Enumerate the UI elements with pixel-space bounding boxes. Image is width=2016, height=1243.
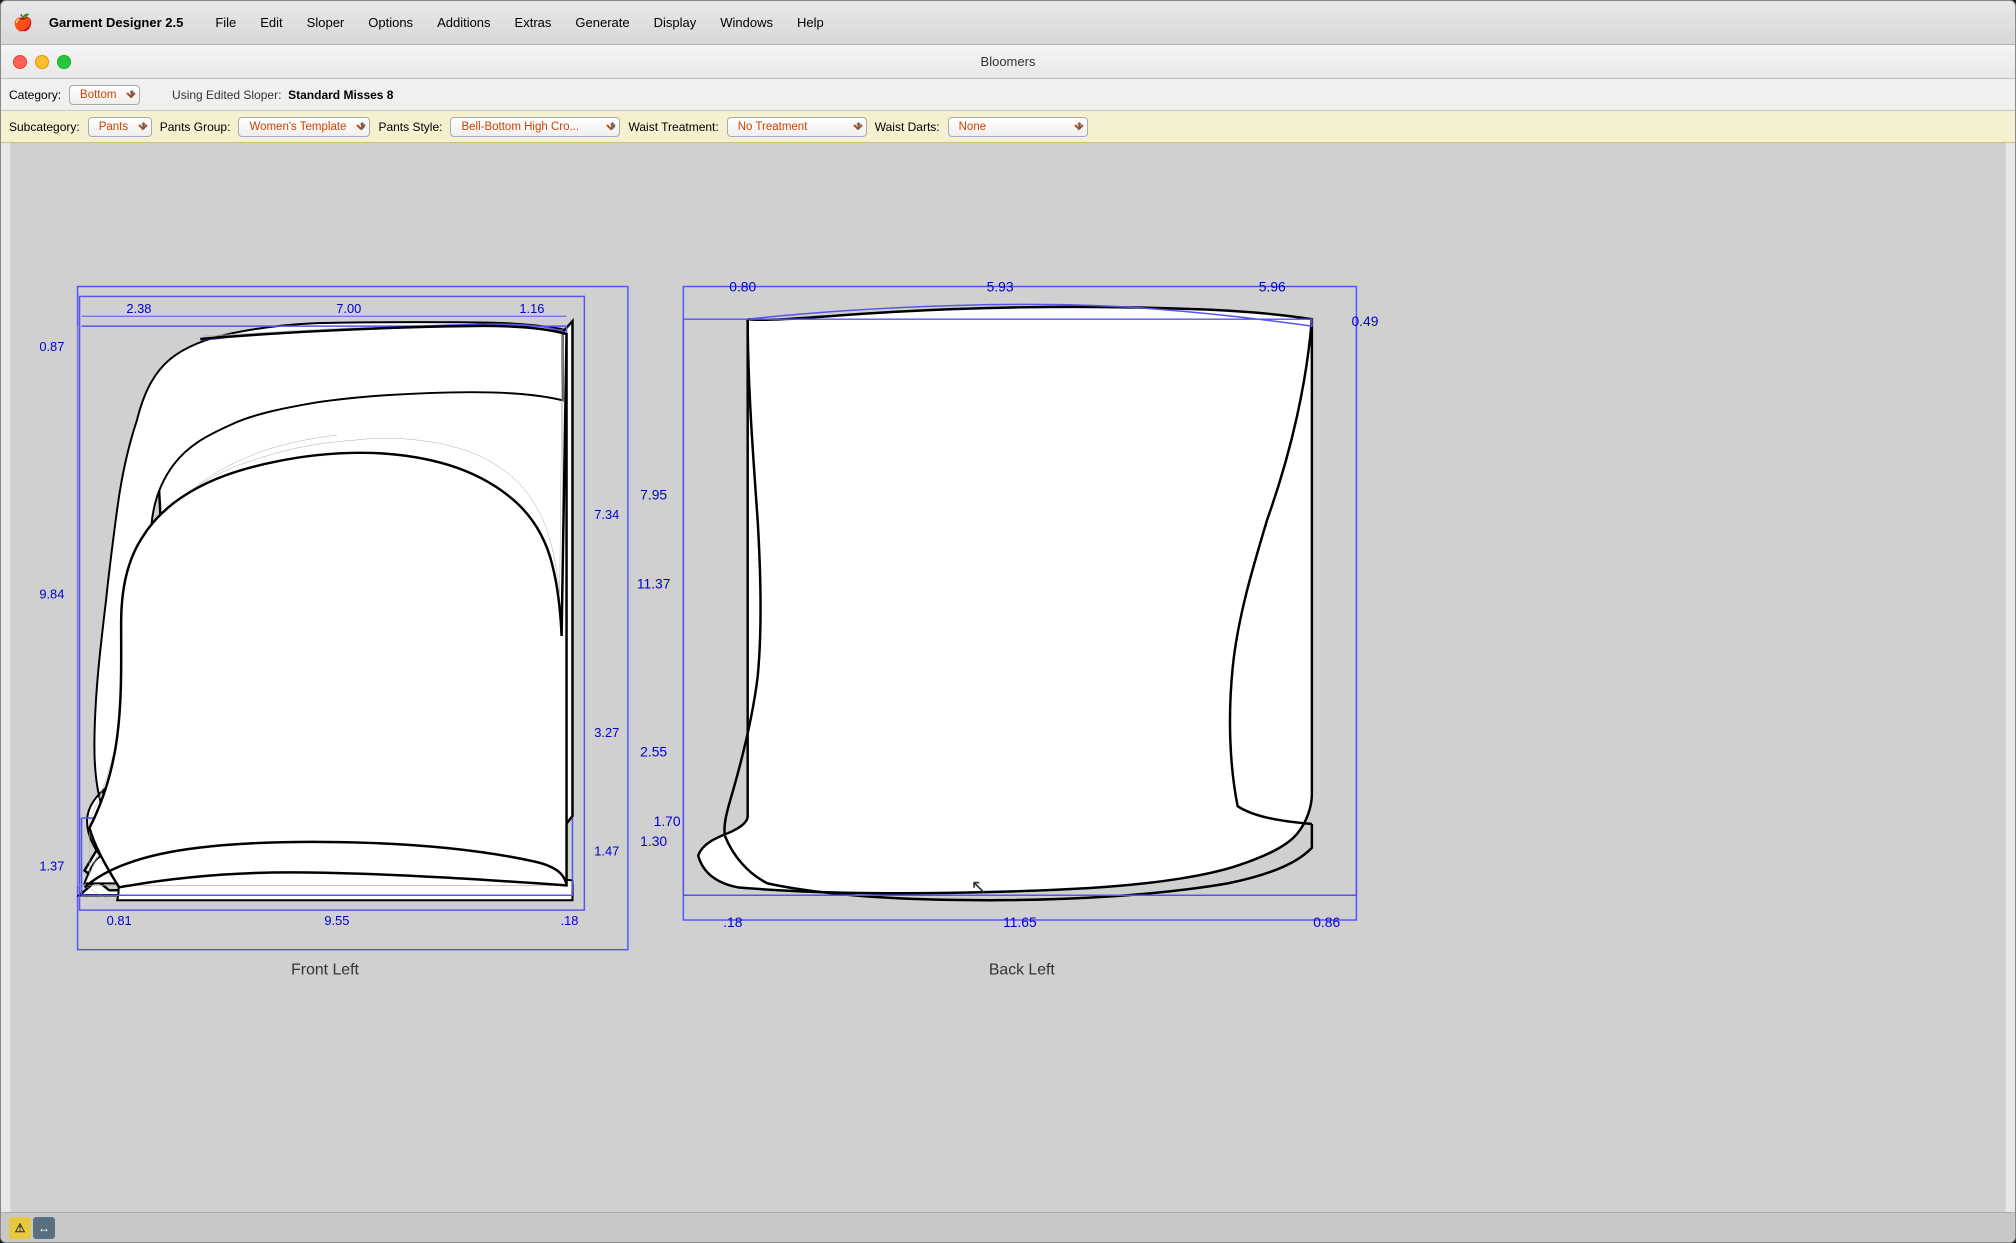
svg-text:7.95: 7.95 — [640, 486, 667, 502]
pants-style-select-wrapper: Bell-Bottom High Cro... — [450, 117, 620, 137]
svg-text:0.87: 0.87 — [39, 339, 64, 354]
pants-style-label: Pants Style: — [378, 120, 442, 134]
svg-text:3.27: 3.27 — [594, 725, 619, 740]
svg-text:9.55: 9.55 — [324, 913, 349, 928]
menu-file[interactable]: File — [203, 11, 248, 34]
waist-treatment-select-wrapper: No Treatment — [727, 117, 867, 137]
svg-text:2.55: 2.55 — [640, 744, 667, 760]
menu-generate[interactable]: Generate — [563, 11, 641, 34]
minimize-button[interactable] — [35, 55, 49, 69]
svg-text:0.80: 0.80 — [729, 278, 756, 294]
maximize-button[interactable] — [57, 55, 71, 69]
main-canvas-area[interactable]: 2.38 7.00 1.16 0.87 9.84 1.37 7.34 3.27 … — [1, 143, 2015, 1212]
svg-text:1.47: 1.47 — [594, 844, 619, 859]
menu-windows[interactable]: Windows — [708, 11, 785, 34]
pants-group-select-wrapper: Women's Template — [238, 117, 370, 137]
svg-text:9.84: 9.84 — [39, 586, 64, 601]
svg-text:1.30: 1.30 — [640, 833, 667, 849]
category-select[interactable]: Bottom — [69, 85, 140, 105]
svg-text:11.37: 11.37 — [637, 575, 671, 591]
waist-treatment-label: Waist Treatment: — [628, 120, 718, 134]
svg-text:5.96: 5.96 — [1259, 278, 1286, 294]
menu-sloper[interactable]: Sloper — [295, 11, 357, 34]
category-select-wrapper: Bottom — [69, 85, 140, 105]
back-left-garment — [698, 307, 1312, 893]
app-name: Garment Designer 2.5 — [49, 15, 183, 30]
menu-options[interactable]: Options — [356, 11, 425, 34]
waist-treatment-select[interactable]: No Treatment — [727, 117, 867, 137]
svg-text:1.37: 1.37 — [39, 859, 64, 874]
svg-text:Back Left: Back Left — [989, 961, 1056, 978]
svg-text:↖: ↖ — [970, 876, 987, 898]
svg-text:7.34: 7.34 — [594, 507, 619, 522]
svg-text:11.65: 11.65 — [1003, 914, 1037, 930]
svg-text:0.81: 0.81 — [107, 913, 132, 928]
menu-help[interactable]: Help — [785, 11, 836, 34]
pants-group-select[interactable]: Women's Template — [238, 117, 370, 137]
svg-text:5.93: 5.93 — [987, 278, 1014, 294]
close-button[interactable] — [13, 55, 27, 69]
menu-edit[interactable]: Edit — [248, 11, 294, 34]
svg-text:0.86: 0.86 — [1313, 914, 1340, 930]
svg-text:0.49: 0.49 — [1351, 313, 1378, 329]
subcategory-label: Subcategory: — [9, 120, 80, 134]
sloper-value: Standard Misses 8 — [288, 88, 393, 102]
svg-text:.18: .18 — [561, 913, 579, 928]
apple-logo-icon: 🍎 — [13, 13, 33, 33]
pants-style-select[interactable]: Bell-Bottom High Cro... — [450, 117, 620, 137]
toolbar-row-2: Subcategory: Pants Pants Group: Women's … — [1, 111, 2015, 143]
main-window: 🍎 Garment Designer 2.5 File Edit Sloper … — [0, 0, 2016, 1243]
svg-text:2.38: 2.38 — [126, 301, 151, 316]
warning-icon[interactable]: ⚠ — [9, 1217, 31, 1239]
sloper-info: Using Edited Sloper: Standard Misses 8 — [172, 88, 393, 102]
subcategory-select[interactable]: Pants — [88, 117, 152, 137]
svg-text:7.00: 7.00 — [336, 301, 361, 316]
category-label: Category: — [9, 88, 61, 102]
toolbar-row-1: Category: Bottom Using Edited Sloper: St… — [1, 79, 2015, 111]
window-title: Bloomers — [981, 54, 1036, 69]
svg-text:1.70: 1.70 — [654, 813, 681, 829]
menu-display[interactable]: Display — [642, 11, 709, 34]
svg-text:.18: .18 — [723, 914, 743, 930]
pants-group-label: Pants Group: — [160, 120, 231, 134]
menu-extras[interactable]: Extras — [503, 11, 564, 34]
subcategory-select-wrapper: Pants — [88, 117, 152, 137]
traffic-lights — [13, 55, 71, 69]
sloper-label: Using Edited Sloper: — [172, 88, 281, 102]
titlebar: Bloomers — [1, 45, 2015, 79]
waist-darts-label: Waist Darts: — [875, 120, 940, 134]
waist-darts-select[interactable]: None — [948, 117, 1088, 137]
tool-icon[interactable]: ↔ — [33, 1217, 55, 1239]
menu-additions[interactable]: Additions — [425, 11, 502, 34]
statusbar: ⚠ ↔ — [1, 1212, 2015, 1242]
waist-darts-select-wrapper: None — [948, 117, 1088, 137]
pattern-canvas: 2.38 7.00 1.16 0.87 9.84 1.37 7.34 3.27 … — [1, 143, 2015, 1212]
menubar: 🍎 Garment Designer 2.5 File Edit Sloper … — [1, 1, 2015, 45]
svg-text:Front Left: Front Left — [291, 961, 359, 978]
svg-text:1.16: 1.16 — [519, 301, 544, 316]
